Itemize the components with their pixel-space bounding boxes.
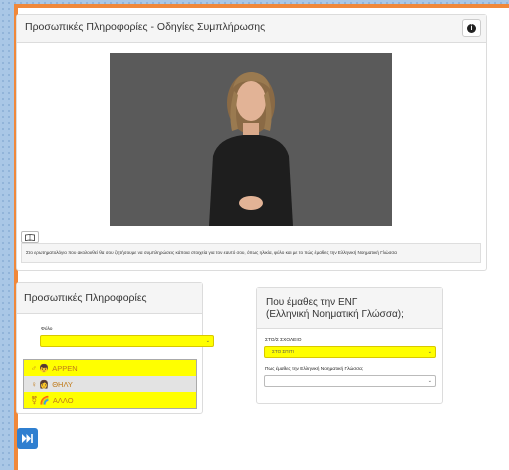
signer-figure: [209, 72, 293, 226]
instruction-text: Στο ερωτηματολόγιο που ακολουθεί θα σου …: [21, 243, 481, 263]
learned-title-line1: Που έμαθες την ΕΝΓ: [266, 297, 358, 308]
option-female[interactable]: ♀ 👩 ΘΗΛΥ: [24, 376, 196, 392]
gender-dropdown-list: ♂ 👦 ΑΡΡΕΝ ♀ 👩 ΘΗΛΥ ⚧ 🌈 ΑΛΛΟ: [23, 359, 197, 409]
female-icon: ♀ 👩: [31, 379, 50, 389]
book-button[interactable]: [21, 231, 39, 243]
sign-language-video[interactable]: [110, 53, 392, 226]
school-label: ΣΤΟ/Σ ΣΧΟΛΕΙΟ: [265, 338, 302, 343]
option-male[interactable]: ♂ 👦 ΑΡΡΕΝ: [24, 360, 196, 376]
male-icon: ♂ 👦: [31, 363, 50, 373]
learned-title-line2: (Ελληνική Νοηματική Γλώσσα);: [266, 308, 404, 320]
info-button[interactable]: i: [462, 19, 481, 37]
school-select[interactable]: ΣΤΟ ΣΠΙΤΙ ⌄: [264, 346, 436, 358]
info-circle-icon: i: [467, 23, 476, 33]
fast-forward-icon: [22, 434, 33, 443]
chevron-down-icon: ⌄: [427, 349, 432, 355]
how-label: Πως έμαθες την Ελληνική Νοηματική Γλώσσα…: [265, 367, 364, 372]
gender-select[interactable]: ⌄: [40, 335, 214, 347]
option-other[interactable]: ⚧ 🌈 ΑΛΛΟ: [24, 392, 196, 408]
school-value: ΣΤΟ ΣΠΙΤΙ: [272, 349, 294, 354]
other-gender-icon: ⚧ 🌈: [31, 395, 50, 405]
chevron-down-icon: ⌄: [205, 338, 210, 344]
learned-title: Που έμαθες την ΕΝΓ (Ελληνική Νοηματική Γ…: [257, 288, 442, 329]
chevron-down-icon: ⌄: [427, 378, 432, 384]
personal-info-title: Προσωπικές Πληροφορίες: [17, 283, 202, 314]
how-select[interactable]: ⌄: [264, 375, 436, 387]
instructions-title: Προσωπικές Πληροφορίες - Οδηγίες Συμπλήρ…: [17, 15, 486, 43]
gender-label: Φύλο: [41, 327, 53, 332]
learned-panel: Που έμαθες την ΕΝΓ (Ελληνική Νοηματική Γ…: [256, 287, 443, 404]
next-button[interactable]: [17, 428, 38, 449]
instructions-panel: Προσωπικές Πληροφορίες - Οδηγίες Συμπλήρ…: [16, 14, 487, 271]
book-icon: [25, 233, 35, 241]
